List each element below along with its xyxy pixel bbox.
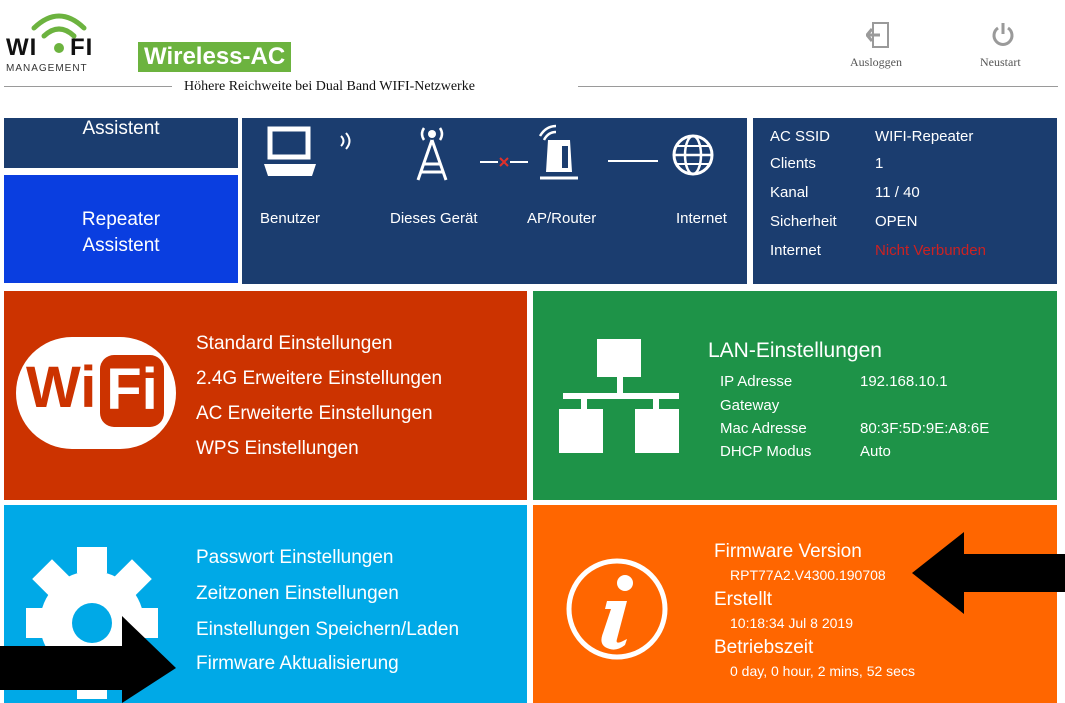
power-icon [990, 22, 1016, 48]
repeater-label-line2: Assistent [82, 235, 160, 256]
topology-label-internet: Internet [676, 210, 727, 227]
status-label-internet: Internet [770, 242, 821, 259]
network-topology-icon [559, 337, 681, 455]
status-label-clients: Clients [770, 155, 816, 172]
link-firmware-update[interactable]: Firmware Aktualisierung [196, 653, 399, 675]
globe-icon [670, 132, 716, 178]
status-value-channel: 11 / 40 [875, 184, 920, 201]
wifi-logo-fi-box: Fi [100, 355, 164, 427]
lan-label-ip: IP Adresse [720, 373, 793, 390]
lan-value-ip: 192.168.10.1 [860, 373, 948, 390]
status-label-channel: Kanal [770, 184, 809, 201]
info-icon [565, 557, 669, 661]
link-24g-advanced-settings[interactable]: 2.4G Erweitere Einstellungen [196, 368, 442, 390]
tagline: Höhere Reichweite bei Dual Band WIFI-Net… [184, 79, 475, 94]
build-date-value: 10:18:34 Jul 8 2019 [730, 615, 853, 631]
logout-button[interactable]: Ausloggen [846, 20, 906, 70]
link-password-settings[interactable]: Passwort Einstellungen [196, 547, 394, 569]
uptime-title: Betriebszeit [714, 637, 814, 658]
topology-label-user: Benutzer [260, 210, 321, 227]
restart-button[interactable]: Neustart [974, 20, 1034, 70]
status-value-security: OPEN [875, 213, 918, 230]
wifi-logo-icon: Wi Fi [16, 337, 176, 449]
lan-label-gateway: Gateway [720, 397, 780, 414]
link-connected [608, 160, 658, 162]
lan-label-mac: Mac Adresse [720, 420, 807, 437]
status-value-ssid: WIFI-Repeater [875, 128, 974, 145]
repeater-label-line1: Repeater [81, 209, 161, 230]
status-label-ssid: AC SSID [770, 128, 831, 145]
router-icon [534, 122, 584, 182]
link-wps-settings[interactable]: WPS Einstellungen [196, 438, 359, 460]
link-disconnected [480, 156, 528, 168]
lan-title: LAN-Einstellungen [708, 339, 882, 362]
topology-tile: Benutzer Dieses Gerät AP/Router Internet [242, 118, 747, 284]
logout-icon [866, 22, 890, 48]
assistant-label: Assistent [82, 118, 160, 139]
logo-fi-text: FI [70, 34, 94, 61]
link-timezone-settings[interactable]: Zeitzonen Einstellungen [196, 583, 399, 605]
antenna-tower-icon [412, 120, 452, 182]
wifi-logo-wi: Wi [26, 355, 97, 420]
laptop-icon [262, 126, 322, 178]
build-date-title: Erstellt [714, 589, 773, 610]
arrow-right-annotation [0, 616, 176, 703]
logo-wi-text: WI [6, 34, 38, 61]
wifi-settings-tile: Wi Fi Standard Einstellungen 2.4G Erweit… [4, 291, 527, 500]
lan-settings-tile[interactable]: LAN-Einstellungen IP Adresse 192.168.10.… [533, 291, 1057, 500]
topology-label-router: AP/Router [527, 210, 597, 227]
restart-label: Neustart [980, 55, 1021, 69]
wifi-logo-fi: Fi [106, 357, 158, 422]
logo-management-text: MANAGEMENT [6, 63, 88, 74]
repeater-assistant-tile[interactable]: Repeater Assistent [4, 175, 238, 283]
lan-label-dhcp: DHCP Modus [720, 443, 812, 460]
link-save-load-settings[interactable]: Einstellungen Speichern/Laden [196, 619, 459, 641]
status-tile: AC SSID WIFI-Repeater Clients 1 Kanal 11… [753, 118, 1057, 284]
status-label-security: Sicherheit [770, 213, 837, 230]
topology-label-device: Dieses Gerät [390, 210, 478, 227]
link-ac-advanced-settings[interactable]: AC Erweiterte Einstellungen [196, 403, 433, 425]
header-divider-left [4, 86, 172, 87]
logout-label: Ausloggen [850, 55, 902, 69]
uptime-value: 0 day, 0 hour, 2 mins, 52 secs [730, 663, 915, 679]
status-value-clients: 1 [875, 155, 884, 172]
brand-badge: Wireless-AC [138, 42, 292, 72]
wireless-signal-icon [337, 130, 355, 152]
header-divider-right [578, 86, 1058, 87]
firmware-version-value: RPT77A2.V4300.190708 [730, 567, 886, 583]
link-standard-settings[interactable]: Standard Einstellungen [196, 333, 392, 355]
arrow-left-annotation [912, 532, 1065, 614]
assistant-tile[interactable]: Assistent [4, 118, 238, 168]
lan-value-dhcp: Auto [860, 443, 891, 460]
firmware-version-title: Firmware Version [714, 541, 862, 562]
status-value-internet: Nicht Verbunden [875, 242, 986, 259]
lan-value-mac: 80:3F:5D:9E:A8:6E [860, 420, 990, 437]
